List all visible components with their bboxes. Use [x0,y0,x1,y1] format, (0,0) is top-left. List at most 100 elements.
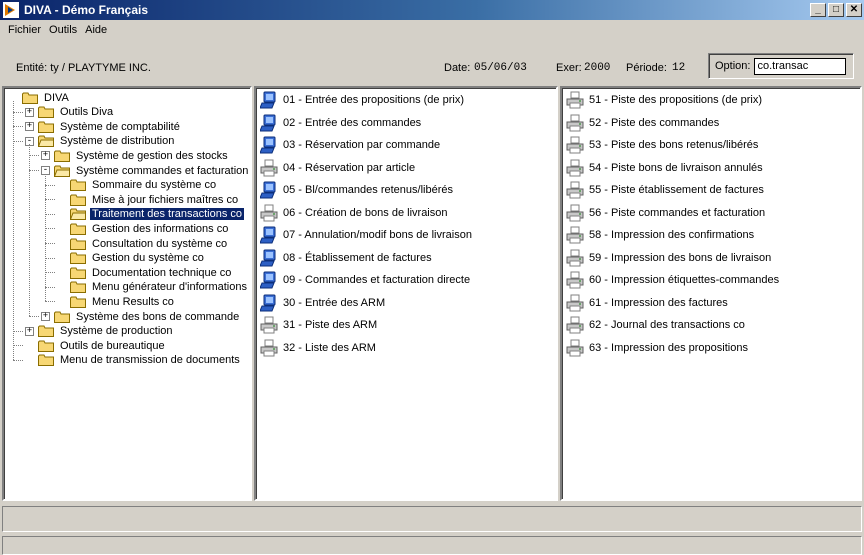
folder-icon [22,92,38,104]
maximize-button[interactable]: □ [828,3,844,17]
printer-icon [566,204,584,221]
tree-connector [45,243,55,244]
folder-open-icon [70,208,86,221]
tree-item[interactable]: Traitement des transactions co [70,207,245,222]
tree-item-label: Système des bons de commande [76,310,240,323]
tree-item[interactable]: Menu Results co [70,294,176,309]
tree-item[interactable]: Système de gestion des stocks [54,148,230,163]
program-item[interactable]: 09 - Commandes et facturation directe [260,270,470,290]
folder-icon [70,179,86,192]
tree-item[interactable]: Outils de bureautique [38,338,167,353]
tree-connector [13,126,23,128]
program-item[interactable]: 56 - Piste commandes et facturation [566,203,765,223]
program-item-label: 06 - Création de bons de livraison [283,206,448,219]
program-item[interactable]: 05 - Bl/commandes retenus/libérés [260,180,453,200]
program-item[interactable]: 31 - Piste des ARM [260,315,377,335]
program-item-label: 32 - Liste des ARM [283,341,376,354]
tree-connector [13,330,23,332]
tree-item[interactable]: Sommaire du système co [70,178,218,193]
tree-item[interactable]: Système de production [38,324,175,339]
menu-fichier[interactable]: Fichier [4,24,45,36]
menu-outils[interactable]: Outils [45,24,81,36]
tree-item[interactable]: Système des bons de commande [54,309,241,324]
tree-item[interactable]: Menu de transmission de documents [38,353,242,368]
folder-icon [70,267,86,279]
navigation-tree[interactable]: DIVA Outils Diva + Système de comptabilit… [2,86,252,501]
tree-item-label: Gestion du système co [92,252,204,265]
program-item[interactable]: 01 - Entrée des propositions (de prix) [260,90,464,110]
program-item-label: 01 - Entrée des propositions (de prix) [283,94,464,106]
expand-icon[interactable]: + [41,151,50,161]
program-item[interactable]: 62 - Journal des transactions co [566,315,745,335]
program-item-label: 09 - Commandes et facturation directe [283,274,471,286]
tree-item[interactable]: Gestion des informations co [70,221,230,236]
title-bar: DIVA - Démo Français _ □ ✕ [0,0,864,20]
tree-item[interactable]: Système commandes et facturation [54,163,250,178]
minimize-button[interactable]: _ [810,3,826,17]
menu-aide[interactable]: Aide [81,24,111,36]
tree-item[interactable]: Outils Diva [38,105,115,120]
program-item[interactable]: 58 - Impression des confirmations [566,225,754,245]
program-item[interactable]: 52 - Piste des commandes [566,113,719,133]
program-item-label: 05 - Bl/commandes retenus/libérés [283,184,453,196]
program-item[interactable]: 03 - Réservation par commande [260,135,440,155]
program-item[interactable]: 32 - Liste des ARM [260,338,376,358]
expand-icon[interactable]: + [25,107,34,117]
program-item-label: 52 - Piste des commandes [589,116,720,129]
tree-item[interactable]: DIVA [22,90,71,105]
folder-open-icon [54,165,70,177]
tree-item-label: Outils de bureautique [60,339,165,352]
program-item[interactable]: 07 - Annulation/modif bons de livraison [260,225,472,245]
tree-item[interactable]: Consultation du système co [70,236,229,251]
tree-connector [29,170,39,171]
program-item[interactable]: 51 - Piste des propositions (de prix) [566,90,762,110]
program-item-label: 08 - Établissement de factures [283,251,432,264]
tree-item-label: Menu de transmission de documents [60,354,240,367]
option-input[interactable] [754,57,847,75]
folder-icon [38,121,54,133]
printer-icon [260,204,278,221]
status-bar-bottom [2,536,862,555]
program-list-left: 01 - Entrée des propositions (de prix) 0… [254,86,558,501]
exer-value: 2000 [584,62,611,74]
printer-icon [566,271,584,289]
expand-icon[interactable]: + [25,326,34,336]
printer-icon [566,181,584,199]
program-item[interactable]: 08 - Établissement de factures [260,248,432,268]
folder-icon [70,238,86,250]
program-item[interactable]: 06 - Création de bons de livraison [260,203,447,223]
program-item[interactable]: 60 - Impression étiquettes-commandes [566,270,779,290]
program-item[interactable]: 59 - Impression des bons de livraison [566,248,771,268]
program-item[interactable]: 02 - Entrée des commandes [260,113,421,133]
date-label: Date: [444,62,471,74]
entity-label: Entité: ty / PLAYTYME INC. [16,62,151,74]
folder-open-icon [38,135,54,148]
tree-item[interactable]: Mise à jour fichiers maîtres co [70,192,240,207]
expand-icon[interactable]: + [25,122,34,132]
close-button[interactable]: ✕ [846,3,862,17]
program-item[interactable]: 54 - Piste bons de livraison annulés [566,158,763,178]
program-item[interactable]: 55 - Piste établissement de factures [566,180,764,200]
program-item[interactable]: 04 - Réservation par article [260,158,415,178]
tree-item[interactable]: Documentation technique co [70,265,233,280]
program-item[interactable]: 63 - Impression des propositions [566,338,748,358]
program-item[interactable]: 30 - Entrée des ARM [260,293,385,313]
tree-item[interactable]: Gestion du système co [70,251,206,266]
program-item-label: 55 - Piste établissement de factures [589,184,764,196]
tree-connector [45,173,46,302]
tree-connector [45,184,55,186]
program-item[interactable]: 61 - Impression des factures [566,293,728,313]
tree-item[interactable]: Système de comptabilité [38,119,182,134]
tree-item[interactable]: Système de distribution [38,134,176,149]
program-item-label: 56 - Piste commandes et facturation [589,206,766,219]
tree-item[interactable]: Menu générateur d'informations co [70,280,252,295]
program-item-label: 54 - Piste bons de livraison annulés [589,161,763,174]
tree-item-label: Menu générateur d'informations co [92,281,252,294]
tree-connector [45,199,55,201]
tree-item-label: Mise à jour fichiers maîtres co [92,193,239,206]
expand-icon[interactable]: + [41,312,50,321]
printer-icon [260,316,278,334]
program-item[interactable]: 53 - Piste des bons retenus/libérés [566,135,758,155]
minimize-icon: _ [815,4,821,15]
tree-connector [29,144,30,316]
